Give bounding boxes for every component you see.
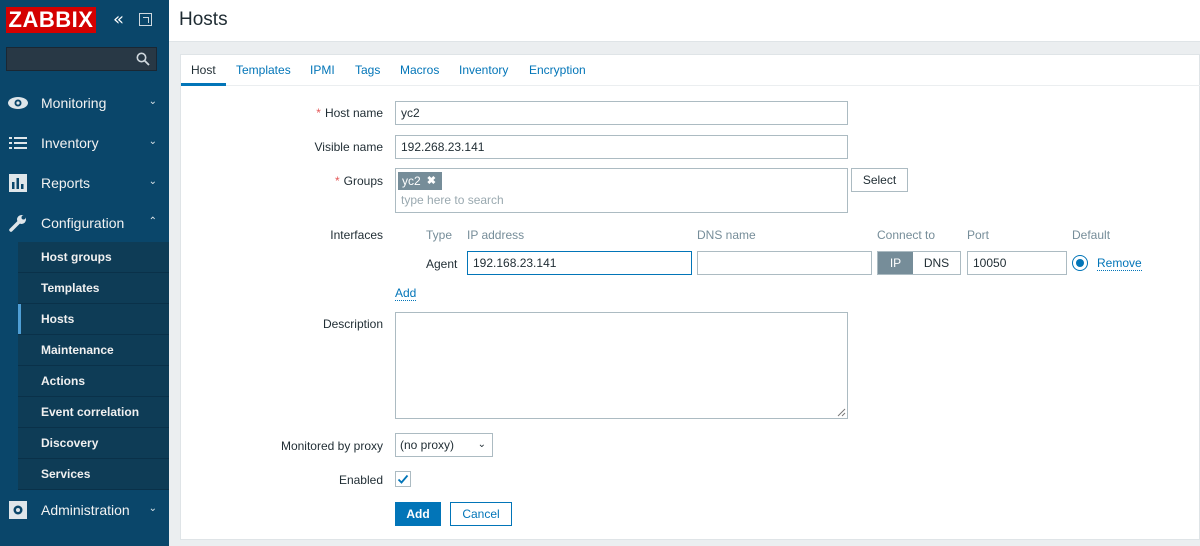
resize-handle-icon[interactable]: [837, 408, 846, 417]
submenu-item-actions[interactable]: Actions: [18, 366, 169, 397]
interface-type-value: Agent: [426, 257, 458, 271]
submenu-item-templates[interactable]: Templates: [18, 273, 169, 304]
group-chip: yc2 ✖: [398, 172, 442, 190]
submenu-item-hosts[interactable]: Hosts: [18, 304, 169, 335]
list-icon: [7, 133, 29, 153]
chevron-down-icon: ⌄: [148, 176, 157, 187]
collapse-sidebar-icon[interactable]: «: [113, 10, 129, 30]
interface-connect-header: Connect to: [877, 228, 936, 242]
visible-name-input[interactable]: 192.268.23.141: [395, 135, 848, 159]
add-host-button[interactable]: Add: [395, 502, 441, 526]
interface-ip-header: IP address: [467, 228, 525, 242]
chevron-down-icon: ⌄: [148, 503, 157, 514]
connect-to-toggle: IP DNS: [877, 251, 961, 275]
add-interface-link[interactable]: Add: [395, 287, 417, 301]
gear-icon: [7, 500, 29, 520]
host-form-panel: Host Templates IPMI Tags Macros Inventor…: [180, 54, 1200, 540]
nav-configuration-label: Configuration: [41, 215, 125, 231]
chevron-down-icon: ⌄: [477, 439, 486, 450]
submenu-item-discovery[interactable]: Discovery: [18, 428, 169, 459]
nav-administration[interactable]: Administration ⌄: [0, 490, 169, 530]
tab-host[interactable]: Host: [191, 63, 216, 77]
host-name-input[interactable]: yc2: [395, 101, 848, 125]
tab-templates[interactable]: Templates: [236, 63, 291, 77]
nav-monitoring[interactable]: Monitoring ⌄: [0, 83, 169, 123]
submenu-indent: [0, 242, 18, 490]
bar-chart-icon: [7, 173, 29, 193]
description-label: Description: [322, 317, 383, 331]
proxy-select[interactable]: (no proxy) ⌄: [395, 433, 493, 457]
tab-tags[interactable]: Tags: [355, 63, 380, 77]
zabbix-logo[interactable]: ZABBIX: [6, 7, 96, 33]
chevron-down-icon: ⌄: [148, 96, 157, 107]
checkmark-icon: [397, 474, 409, 484]
tab-macros[interactable]: Macros: [400, 63, 439, 77]
nav-reports[interactable]: Reports ⌄: [0, 163, 169, 203]
tab-encryption[interactable]: Encryption: [529, 63, 586, 77]
description-textarea[interactable]: [395, 312, 848, 419]
interface-ip-input[interactable]: 192.168.23.141: [467, 251, 692, 275]
logo-row: ZABBIX «: [0, 0, 169, 42]
groups-label: * Groups: [334, 174, 383, 188]
nav-inventory[interactable]: Inventory ⌄: [0, 123, 169, 163]
configuration-submenu: Host groups Templates Hosts Maintenance …: [18, 242, 169, 490]
remove-chip-icon[interactable]: ✖: [427, 172, 436, 190]
select-groups-button[interactable]: Select: [851, 168, 908, 192]
groups-search-placeholder[interactable]: type here to search: [401, 193, 504, 207]
submenu-item-maintenance[interactable]: Maintenance: [18, 335, 169, 366]
enabled-label: Enabled: [338, 473, 383, 487]
chevron-down-icon: ⌄: [148, 136, 157, 147]
interface-port-header: Port: [967, 228, 990, 242]
enabled-checkbox[interactable]: [395, 471, 411, 487]
nav-reports-label: Reports: [41, 175, 91, 191]
interface-port-input[interactable]: 10050: [967, 251, 1067, 275]
interface-default-header: Default: [1072, 228, 1111, 242]
sidebar: ZABBIX « Monitoring ⌄ Inventory ⌄ Report…: [0, 0, 169, 546]
search-input[interactable]: [7, 48, 135, 70]
interfaces-label: Interfaces: [330, 228, 383, 242]
chevron-up-icon: ⌃: [148, 216, 157, 227]
connect-ip-option[interactable]: IP: [878, 252, 913, 274]
remove-interface-link[interactable]: Remove: [1097, 257, 1142, 271]
nav-configuration[interactable]: Configuration ⌃: [0, 203, 169, 243]
submenu-item-services[interactable]: Services: [18, 459, 169, 490]
host-name-label: * Host name: [316, 106, 383, 120]
nav-inventory-label: Inventory: [41, 135, 99, 151]
cancel-button[interactable]: Cancel: [450, 502, 512, 526]
groups-multiselect[interactable]: yc2 ✖ type here to search: [395, 168, 848, 213]
tab-bar: Host Templates IPMI Tags Macros Inventor…: [181, 55, 1200, 86]
interface-dns-input[interactable]: [697, 251, 872, 275]
interface-dns-header: DNS name: [697, 228, 756, 242]
interface-type-header: Type: [426, 228, 453, 242]
eye-icon: [7, 93, 29, 113]
nav-administration-label: Administration: [41, 502, 130, 518]
global-search: [6, 47, 157, 71]
submenu-item-event-correlation[interactable]: Event correlation: [18, 397, 169, 428]
tab-ipmi[interactable]: IPMI: [310, 63, 335, 77]
page-title: Hosts: [179, 9, 228, 30]
page-header: Hosts: [169, 0, 1200, 42]
proxy-label: Monitored by proxy: [280, 439, 383, 453]
search-icon[interactable]: [136, 52, 150, 66]
submenu-item-host-groups[interactable]: Host groups: [18, 242, 169, 273]
nav-monitoring-label: Monitoring: [41, 95, 107, 111]
visible-name-label: Visible name: [314, 140, 383, 154]
tab-inventory[interactable]: Inventory: [459, 63, 508, 77]
wrench-icon: [7, 213, 29, 233]
kiosk-mode-icon[interactable]: [139, 13, 152, 26]
connect-dns-option[interactable]: DNS: [913, 252, 960, 274]
default-interface-radio[interactable]: [1072, 255, 1088, 271]
active-tab-indicator: [181, 83, 226, 86]
